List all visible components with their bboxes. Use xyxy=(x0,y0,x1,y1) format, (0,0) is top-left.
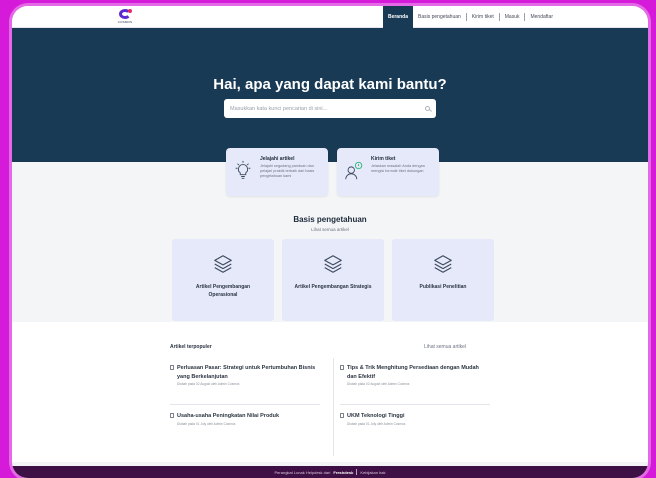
nav-kirim-tiket[interactable]: Kirim tiket xyxy=(467,6,499,28)
popular-articles-section: Artikel terpopuler Lihat semua artikel P… xyxy=(12,322,648,462)
document-icon xyxy=(170,365,174,370)
quick-card-submit-ticket[interactable]: Kirim tiket Jelaskan masalah Anda dengan… xyxy=(337,148,439,196)
logo-text: COSMOS xyxy=(117,20,133,24)
knowledge-base-categories: Artikel Pengembangan Operasional Artikel… xyxy=(172,239,494,321)
quick-card-title: Kirim tiket xyxy=(371,156,396,162)
article-meta: Diubah pada 02 August oleh Admin Cosmos xyxy=(347,382,410,386)
article-meta: Diubah pada 02 August oleh Admin Cosmos xyxy=(177,382,240,386)
category-card-operasional[interactable]: Artikel Pengembangan Operasional xyxy=(172,239,274,321)
document-icon xyxy=(340,413,344,418)
browser-frame: COSMOS Beranda Basis pengetahuan Kirim t… xyxy=(12,6,648,478)
quick-card-desc: Jelajahi segudang panduan dan pelajari p… xyxy=(260,164,315,179)
article-title[interactable]: Perluasan Pasar: Strategi untuk Pertumbu… xyxy=(177,364,320,381)
lightbulb-icon xyxy=(235,160,251,179)
nav-masuk[interactable]: Masuk xyxy=(500,6,525,28)
person-support-icon xyxy=(345,161,363,180)
hero-section: Hai, apa yang dapat kami bantu? Masukkan… xyxy=(12,28,648,162)
knowledge-base-see-all-link[interactable]: Lihat semua artikel xyxy=(12,227,648,232)
article-item[interactable]: Perluasan Pasar: Strategi untuk Pertumbu… xyxy=(170,364,320,386)
article-meta: Diubah pada 01 July oleh Admin Cosmos xyxy=(177,421,236,426)
content-section: Jelajahi artikel Jelajahi segudang pandu… xyxy=(12,148,648,322)
category-card-label: Artikel Pengembangan Operasional xyxy=(195,284,251,298)
layers-icon xyxy=(434,255,452,273)
footer-privacy-link[interactable]: Kebijakan hak xyxy=(360,470,385,475)
nav-mendaftar[interactable]: Mendaftar xyxy=(525,6,558,28)
article-title[interactable]: Usaha-usaha Peningkatan Nilai Produk xyxy=(177,412,279,421)
article-item[interactable]: Tips & Trik Menghitung Persediaan dengan… xyxy=(340,364,490,386)
search-placeholder: Masukkan kata kunci pencarian di sini... xyxy=(230,105,328,112)
search-icon[interactable] xyxy=(425,106,430,111)
article-meta: Diubah pada 01 July oleh Admin Cosmos xyxy=(347,421,406,426)
knowledge-base-header: Basis pengetahuan Lihat semua artikel xyxy=(12,215,648,232)
popular-articles-title: Artikel terpopuler xyxy=(170,344,212,350)
top-navigation-bar: COSMOS Beranda Basis pengetahuan Kirim t… xyxy=(12,6,648,28)
category-card-label: Artikel Pengembangan Strategis xyxy=(294,284,372,290)
main-nav: Beranda Basis pengetahuan Kirim tiket Ma… xyxy=(382,6,558,28)
row-divider xyxy=(340,404,490,405)
footer-brand-link[interactable]: Freshdesk xyxy=(333,470,353,475)
quick-card-explore-articles[interactable]: Jelajahi artikel Jelajahi segudang pandu… xyxy=(226,148,328,196)
article-item[interactable]: UKM Teknologi Tinggi Diubah pada 01 July… xyxy=(340,412,490,426)
search-input[interactable]: Masukkan kata kunci pencarian di sini... xyxy=(224,99,436,118)
footer-divider xyxy=(356,469,358,475)
layers-icon xyxy=(214,255,232,273)
layers-icon xyxy=(324,255,342,273)
category-card-label: Publikasi Penelitian xyxy=(419,284,467,290)
nav-beranda[interactable]: Beranda xyxy=(382,6,413,28)
logo[interactable]: COSMOS xyxy=(116,9,134,24)
popular-articles-header: Artikel terpopuler Lihat semua artikel xyxy=(170,344,466,350)
quick-card-desc: Jelaskan masalah Anda dengan mengisi for… xyxy=(371,164,425,174)
footer-text: Perangkat Lunak Helpdesk dari xyxy=(274,469,331,475)
article-item[interactable]: Usaha-usaha Peningkatan Nilai Produk Diu… xyxy=(170,412,320,426)
category-card-publikasi[interactable]: Publikasi Penelitian xyxy=(392,239,494,321)
article-title[interactable]: Tips & Trik Menghitung Persediaan dengan… xyxy=(347,364,490,381)
document-icon xyxy=(170,413,174,418)
knowledge-base-title: Basis pengetahuan xyxy=(293,215,367,224)
popular-articles-see-all-link[interactable]: Lihat semua artikel xyxy=(424,344,466,350)
nav-basis-pengetahuan[interactable]: Basis pengetahuan xyxy=(413,6,466,28)
category-card-strategis[interactable]: Artikel Pengembangan Strategis xyxy=(282,239,384,321)
logo-icon xyxy=(119,9,132,19)
column-divider xyxy=(333,358,334,456)
quick-actions: Jelajahi artikel Jelajahi segudang pandu… xyxy=(226,148,439,196)
footer: Perangkat Lunak Helpdesk dari Freshdesk … xyxy=(12,466,648,478)
quick-card-title: Jelajahi artikel xyxy=(260,156,295,162)
row-divider xyxy=(170,404,320,405)
article-title[interactable]: UKM Teknologi Tinggi xyxy=(347,412,405,421)
document-icon xyxy=(340,365,344,370)
hero-title: Hai, apa yang dapat kami bantu? xyxy=(213,76,447,93)
